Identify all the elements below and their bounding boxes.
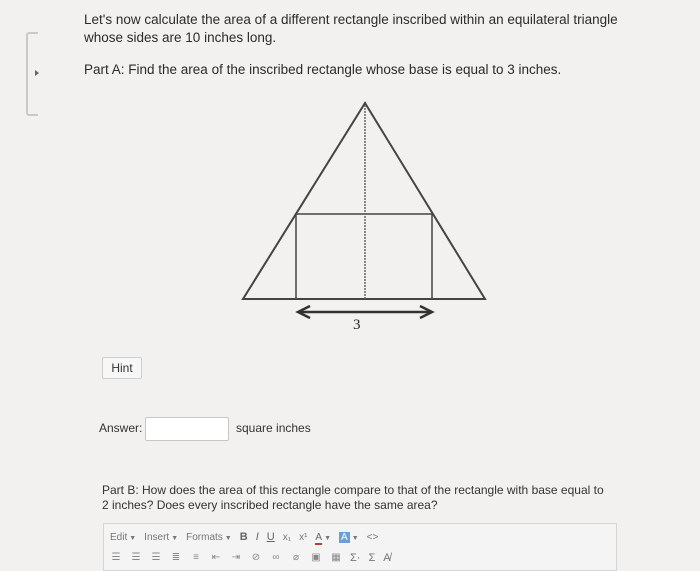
part-a-prompt: Part A: Find the area of the inscribed r…	[84, 62, 562, 77]
base-length-label: 3	[353, 317, 361, 333]
attachment-icon[interactable]: ⊘	[250, 553, 262, 563]
triangle-outline	[241, 101, 487, 300]
italic-button[interactable]: I	[256, 531, 259, 543]
caret-down-icon: ▼	[224, 534, 232, 542]
outdent-icon[interactable]: ⇤	[210, 553, 222, 563]
bold-button[interactable]: B	[240, 531, 248, 543]
caret-down-icon: ▼	[324, 534, 332, 542]
answer-unit: square inches	[236, 421, 311, 435]
numbered-list-icon[interactable]: ≡	[190, 553, 202, 563]
code-button[interactable]: <>	[367, 532, 379, 543]
rich-text-editor[interactable]: Edit ▼ Insert ▼ Formats ▼ B I U x₁ x¹ A ▼ A ▼…	[103, 523, 617, 571]
subscript-button[interactable]: x₁	[283, 532, 291, 543]
equation-dropdown-button[interactable]: Σ·	[350, 552, 360, 564]
link-icon[interactable]: ∞	[270, 553, 282, 563]
triangle-figure	[241, 101, 487, 320]
bullet-list-icon[interactable]: ≣	[170, 553, 182, 563]
table-icon[interactable]: ▦	[330, 553, 342, 563]
answer-input[interactable]	[145, 417, 229, 441]
align-center-icon[interactable]: ☰	[130, 553, 142, 563]
edit-menu[interactable]: Edit ▼	[110, 532, 136, 543]
editor-toolbar-row-2: ☰ ☰ ☰ ≣ ≡ ⇤ ⇥ ⊘ ∞ ⌀ ▣ ▦ Σ· Σ A̸	[110, 550, 391, 566]
underline-button[interactable]: U	[267, 531, 275, 543]
answer-label: Answer:	[99, 421, 143, 435]
caret-down-icon: ▼	[171, 534, 179, 542]
insert-menu[interactable]: Insert ▼	[144, 532, 178, 543]
caret-down-icon: ▼	[351, 534, 359, 542]
hint-button[interactable]: Hint	[102, 357, 142, 379]
superscript-button[interactable]: x¹	[299, 532, 307, 543]
indent-icon[interactable]: ⇥	[230, 553, 242, 563]
equation-button[interactable]: Σ	[368, 552, 375, 564]
part-b-prompt: Part B: How does the area of this rectan…	[102, 483, 604, 512]
editor-toolbar-row-1: Edit ▼ Insert ▼ Formats ▼ B I U x₁ x¹ A ▼ A ▼…	[110, 529, 378, 545]
background-color-button[interactable]: A ▼	[339, 531, 359, 543]
text-color-button[interactable]: A ▼	[315, 531, 332, 545]
question-intro: Let's now calculate the area of a differ…	[84, 12, 618, 45]
caret-down-icon: ▼	[129, 534, 137, 542]
unlink-icon[interactable]: ⌀	[290, 553, 302, 563]
formats-menu[interactable]: Formats ▼	[186, 532, 232, 543]
align-left-icon[interactable]: ☰	[110, 553, 122, 563]
bullet-icon	[35, 70, 39, 76]
inscribed-rectangle	[295, 213, 433, 300]
spellcheck-button[interactable]: A̸	[383, 552, 390, 564]
image-icon[interactable]: ▣	[310, 553, 322, 563]
align-right-icon[interactable]: ☰	[150, 553, 162, 563]
